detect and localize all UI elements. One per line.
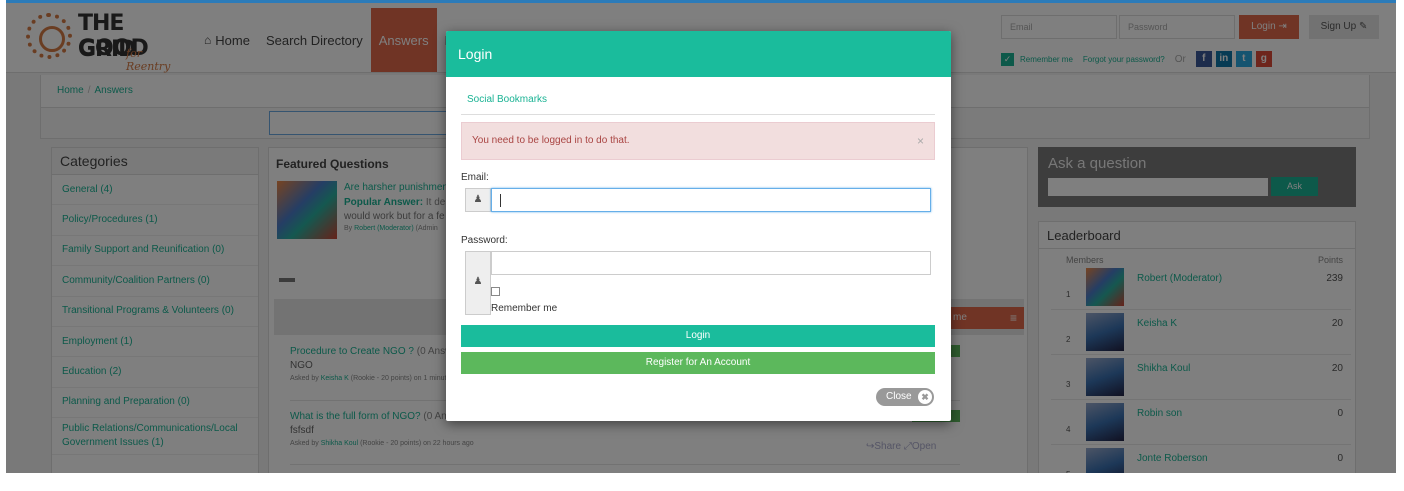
password-user-icon: ♟ (465, 251, 491, 315)
close-icon: ✖ (918, 390, 932, 404)
remember-me-label: Remember me (491, 303, 558, 314)
modal-title: Login (446, 31, 951, 77)
login-required-alert: You need to be logged in to do that. × (461, 122, 935, 160)
email-field[interactable] (491, 188, 931, 212)
alert-close-icon[interactable]: × (917, 134, 924, 148)
password-label: Password: (461, 235, 508, 246)
alert-message: You need to be logged in to do that. (472, 135, 630, 146)
login-modal: Login Social Bookmarks You need to be lo… (446, 31, 951, 421)
password-field[interactable] (491, 251, 931, 275)
user-icon: ♟ (465, 188, 491, 212)
close-label: Close (886, 391, 912, 402)
login-button[interactable]: Login (461, 325, 935, 347)
close-button[interactable]: Close ✖ (876, 388, 934, 406)
register-button[interactable]: Register for An Account (461, 352, 935, 374)
tab-social-bookmarks[interactable]: Social Bookmarks (461, 87, 935, 115)
remember-me-checkbox[interactable] (491, 287, 500, 296)
email-input-group: ♟ (461, 188, 931, 212)
browser-viewport: THE GOOD GRID for Reentry ⌂Home Search D… (6, 0, 1396, 473)
email-label: Email: (461, 172, 489, 183)
text-caret (500, 194, 501, 207)
